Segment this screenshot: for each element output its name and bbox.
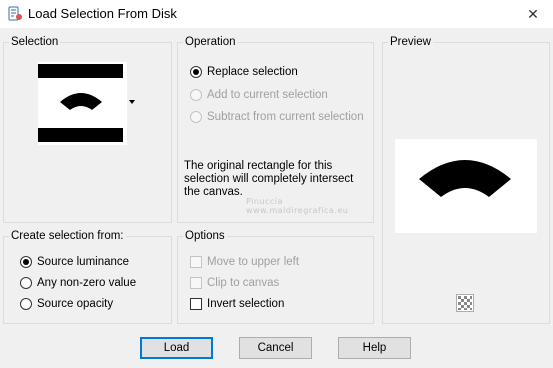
watermark-line: www.maldiregrafica.eu xyxy=(246,206,349,215)
checkbox-label: Move to upper left xyxy=(207,256,300,268)
source-opacity-radio[interactable]: Source opacity xyxy=(20,298,113,310)
description-line: selection will completely intersect xyxy=(184,173,354,185)
cancel-button[interactable]: Cancel xyxy=(239,337,312,359)
selection-group-label: Selection xyxy=(9,36,61,48)
invert-selection-checkbox[interactable]: Invert selection xyxy=(190,298,284,310)
checkbox-indicator xyxy=(190,277,202,289)
add-to-selection-radio[interactable]: Add to current selection xyxy=(190,89,328,101)
options-group-label: Options xyxy=(183,230,227,242)
create-from-group-label: Create selection from: xyxy=(9,230,126,242)
radio-indicator xyxy=(20,277,32,289)
watermark-line: Pinuccia xyxy=(246,197,283,206)
radio-label: Source opacity xyxy=(37,298,114,310)
operation-group-label: Operation xyxy=(183,36,238,48)
description-line: The original rectangle for this xyxy=(184,160,333,172)
title-bar: Load Selection From Disk ✕ xyxy=(0,0,553,28)
transparency-toggle-button[interactable] xyxy=(456,294,474,312)
close-icon: ✕ xyxy=(527,6,539,22)
checkbox-label: Invert selection xyxy=(207,298,285,310)
move-to-upper-left-checkbox[interactable]: Move to upper left xyxy=(190,256,299,268)
radio-label: Add to current selection xyxy=(207,89,328,101)
clip-to-canvas-checkbox[interactable]: Clip to canvas xyxy=(190,277,279,289)
radio-label: Subtract from current selection xyxy=(207,111,364,123)
source-luminance-radio[interactable]: Source luminance xyxy=(20,256,129,268)
operation-description: The original rectangle for this selectio… xyxy=(184,160,353,199)
help-button[interactable]: Help xyxy=(338,337,411,359)
checkbox-indicator xyxy=(190,298,202,310)
app-icon xyxy=(8,6,22,21)
close-button[interactable]: ✕ xyxy=(513,0,553,28)
selection-shape-image xyxy=(38,64,123,142)
radio-indicator xyxy=(190,89,202,101)
radio-label: Source luminance xyxy=(37,256,130,268)
any-non-zero-radio[interactable]: Any non-zero value xyxy=(20,277,136,289)
radio-indicator xyxy=(20,256,32,268)
dropdown-arrow-icon[interactable] xyxy=(129,100,135,104)
replace-selection-radio[interactable]: Replace selection xyxy=(190,66,298,78)
subtract-from-selection-radio[interactable]: Subtract from current selection xyxy=(190,111,364,123)
checkerboard-icon xyxy=(457,295,473,311)
radio-label: Any non-zero value xyxy=(37,277,137,289)
preview-shape-image xyxy=(419,160,511,197)
radio-indicator xyxy=(190,66,202,78)
preview-canvas xyxy=(395,139,537,233)
load-button[interactable]: Load xyxy=(140,337,213,359)
selection-thumbnail[interactable] xyxy=(38,62,127,145)
window-title: Load Selection From Disk xyxy=(28,6,177,21)
radio-indicator xyxy=(190,111,202,123)
checkbox-indicator xyxy=(190,256,202,268)
preview-group-label: Preview xyxy=(388,36,433,48)
radio-label: Replace selection xyxy=(207,66,298,78)
watermark: Pinuccia www.maldiregrafica.eu xyxy=(246,197,348,215)
checkbox-label: Clip to canvas xyxy=(207,277,280,289)
radio-indicator xyxy=(20,298,32,310)
